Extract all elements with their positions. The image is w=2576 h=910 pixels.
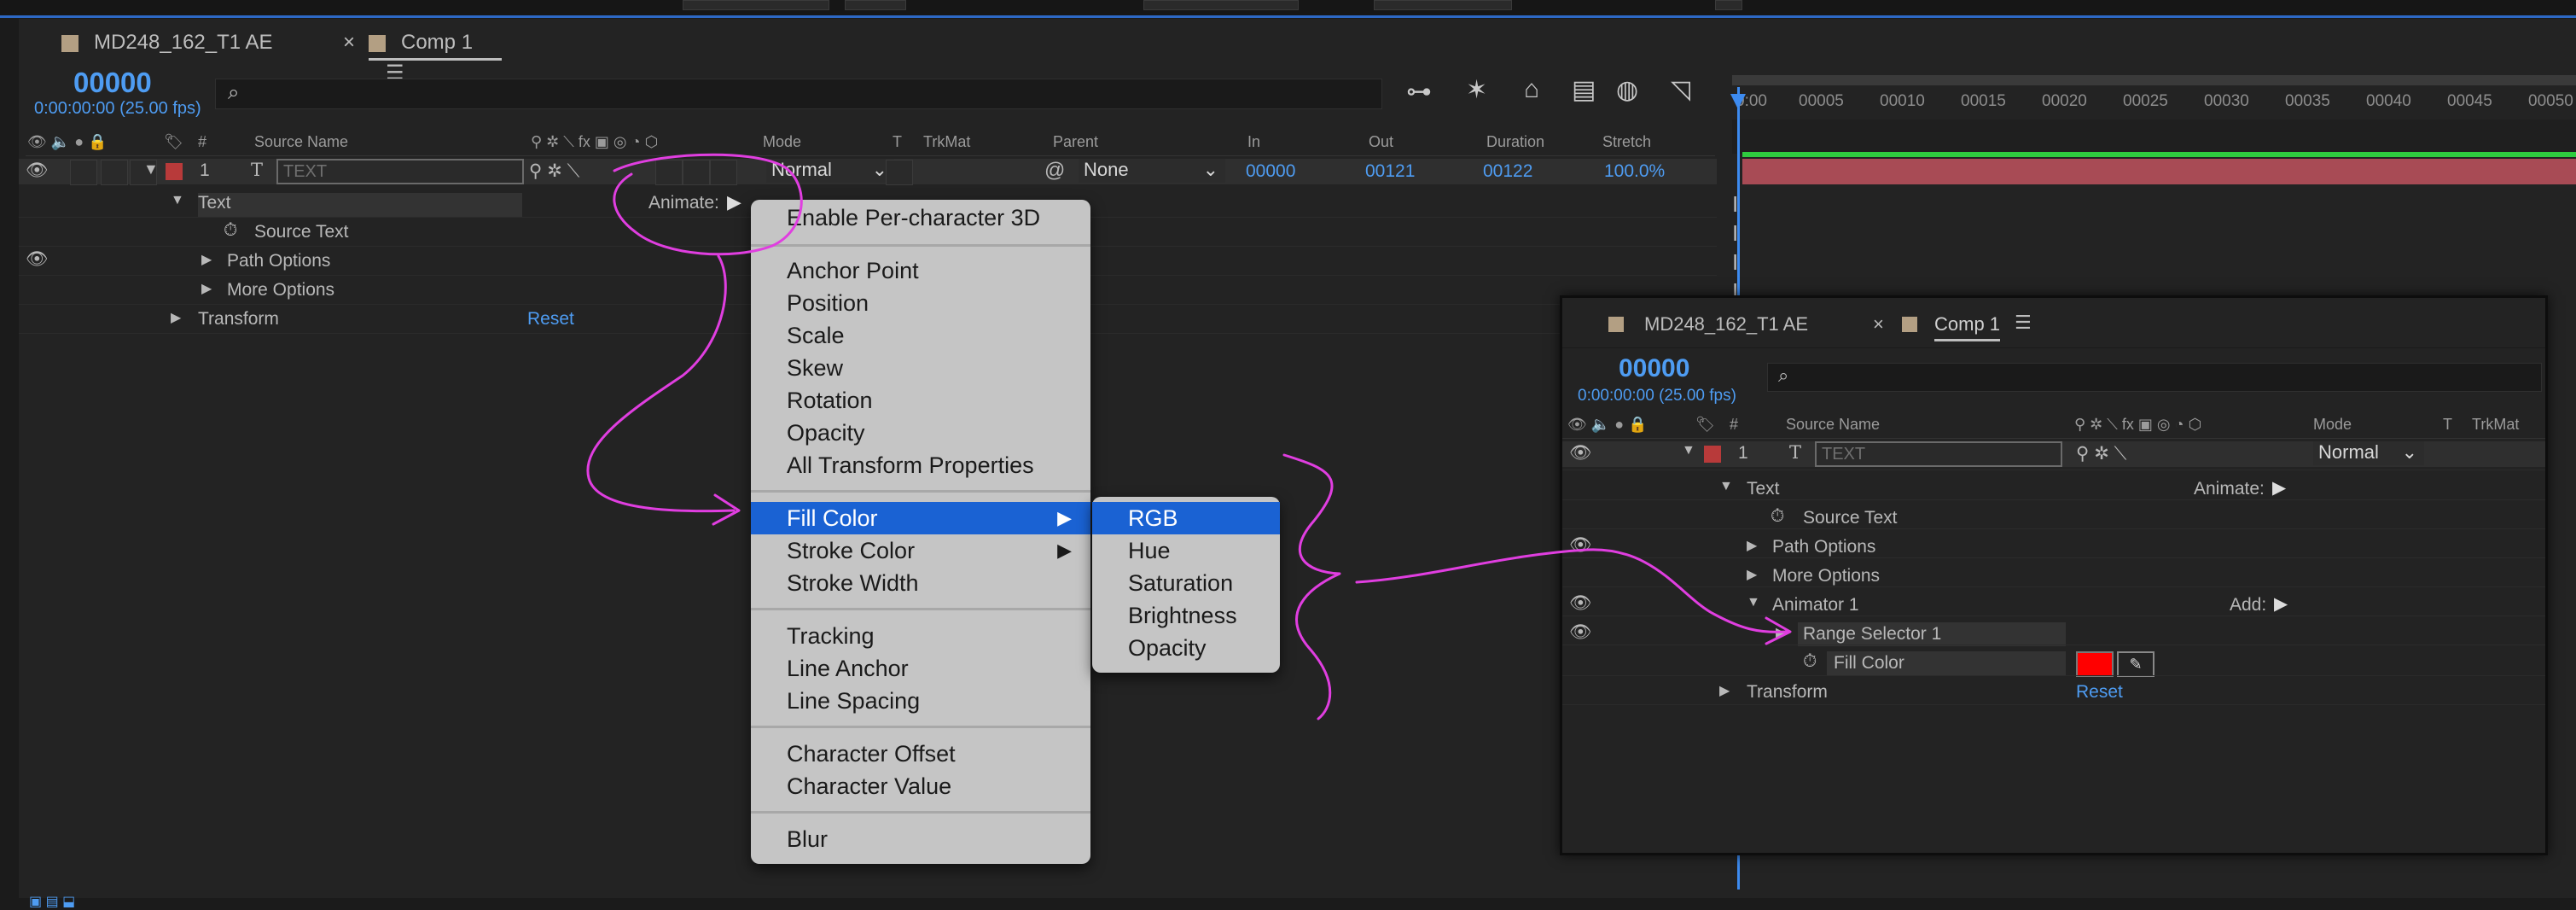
arrow-to-fill-color-annotation <box>586 254 736 513</box>
animate-circle-annotation <box>613 153 803 256</box>
annotation-overlay <box>586 153 1792 720</box>
arrow-to-inset-annotation <box>1355 548 1788 633</box>
brace-annotation <box>1282 453 1341 720</box>
